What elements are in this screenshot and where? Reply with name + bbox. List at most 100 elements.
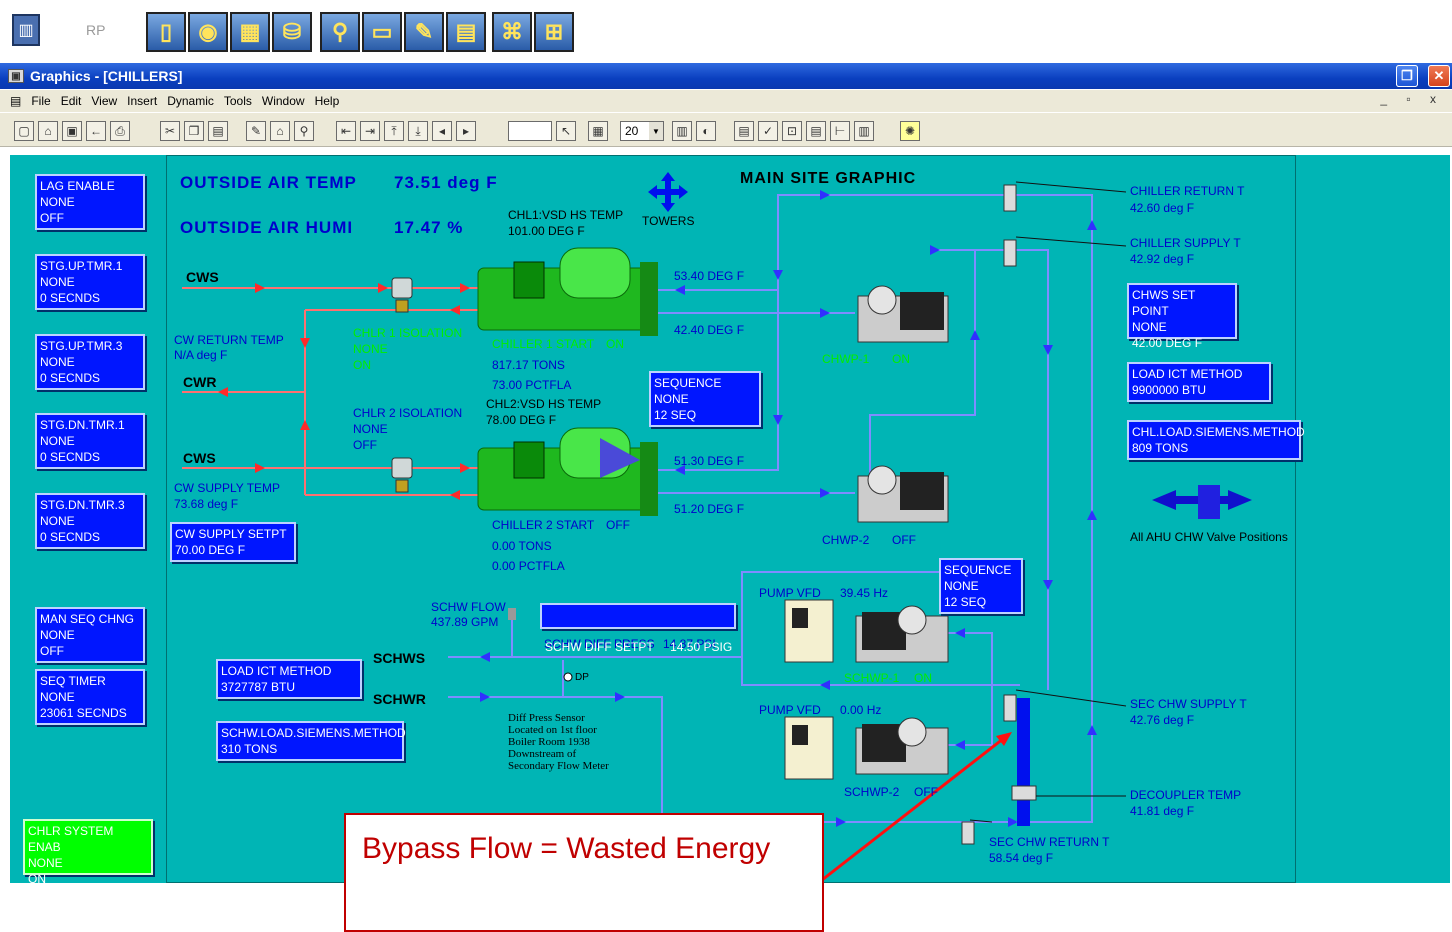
stg-up-tmr1-title: STG.UP.TMR.1 (40, 259, 123, 273)
cw-supply-setpt-box[interactable]: CW SUPPLY SETPT 70.00 DEG F (170, 522, 296, 562)
schwp-1-pump[interactable] (855, 605, 949, 663)
chiller-2[interactable] (477, 427, 658, 516)
outside-air-humi-label: OUTSIDE AIR HUMI (180, 218, 354, 237)
chlr2-isolation-valve[interactable] (391, 457, 413, 493)
chl-load-siemens-title: CHL.LOAD.SIEMENS.METHOD (1132, 425, 1305, 439)
stg-dn-tmr1-title: STG.DN.TMR.1 (40, 418, 125, 432)
diff-press-note-4: Downstream of (508, 748, 577, 760)
ahu-valves-icon[interactable] (1152, 485, 1252, 519)
schw-diff-setpt-box[interactable]: SCHW DIFF SETPT 14.50 PSIG (540, 603, 736, 654)
sequence1-value: 12 SEQ (654, 408, 697, 422)
sequence-box-1[interactable]: SEQUENCE NONE 12 SEQ (649, 371, 761, 427)
stg-up-tmr3-value: 0 SECNDS (40, 371, 101, 385)
schws-label: SCHWS (373, 650, 426, 666)
chwp1-label[interactable]: CHWP-1 (822, 352, 869, 366)
sequence-box-2[interactable]: SEQUENCE NONE 12 SEQ (939, 558, 1023, 614)
man-seq-chng-title: MAN SEQ CHNG (40, 612, 135, 626)
schwp2-label[interactable]: SCHWP-2 (844, 785, 899, 799)
schw-diff-setpt-text: SCHW DIFF SETPT 14.50 PSIG (545, 640, 733, 654)
outside-air-temp-value: 73.51 deg F (394, 173, 498, 192)
seq-timer-title: SEQ TIMER (40, 674, 106, 688)
chiller-return-t-label: CHILLER RETURN T (1130, 184, 1245, 198)
load-ict-left-box[interactable]: LOAD ICT METHOD 3727787 BTU (216, 659, 362, 699)
lag-enable-mode: NONE (40, 195, 75, 209)
stg-dn-tmr1-mode: NONE (40, 434, 75, 448)
chwp-1-pump[interactable] (857, 285, 949, 343)
chl-load-siemens-box[interactable]: CHL.LOAD.SIEMENS.METHOD 809 TONS (1127, 420, 1305, 460)
chl1-hs-temp-label: CHL1:VSD HS TEMP (508, 208, 624, 222)
sequence2-value: 12 SEQ (944, 595, 987, 609)
sequence2-mode: NONE (944, 579, 979, 593)
chiller2-start-state: OFF (606, 518, 630, 532)
decoupler-temp-label: DECOUPLER TEMP (1130, 788, 1242, 802)
chiller-supply-t-label: CHILLER SUPPLY T (1130, 236, 1241, 250)
lag-enable-value: OFF (40, 211, 64, 225)
stg-dn-tmr1-value: 0 SECNDS (40, 450, 101, 464)
chlr1-isolation-state: ON (353, 358, 371, 372)
all-ahu-label[interactable]: All AHU CHW Valve Positions (1130, 530, 1288, 544)
chlr-system-enab-mode: NONE (28, 856, 63, 870)
chwp-2-pump[interactable] (857, 465, 949, 523)
stg-dn-tmr3-mode: NONE (40, 514, 75, 528)
schwp1-label[interactable]: SCHWP-1 (844, 671, 899, 685)
temp-42-40: 42.40 DEG F (674, 323, 745, 337)
schw-load-siemens-title: SCHW.LOAD.SIEMENS.METHOD (221, 726, 406, 740)
lag-enable-box[interactable]: LAG ENABLE NONE OFF (35, 174, 145, 230)
seq-timer-box[interactable]: SEQ TIMER NONE 23061 SECNDS (35, 669, 145, 725)
chlr-system-enab-title: CHLR SYSTEM ENAB (28, 824, 114, 854)
chlr2-isolation-label[interactable]: CHLR 2 ISOLATION (353, 406, 462, 420)
condenser-pipes (182, 287, 490, 496)
pump-vfd-2-panel[interactable] (784, 716, 834, 780)
stg-dn-tmr3-box[interactable]: STG.DN.TMR.3 NONE 0 SECNDS (35, 493, 145, 549)
stg-dn-tmr1-box[interactable]: STG.DN.TMR.1 NONE 0 SECNDS (35, 413, 145, 469)
chiller-return-t-value: 42.60 deg F (1130, 201, 1195, 215)
chwp2-label[interactable]: CHWP-2 (822, 533, 869, 547)
chiller1-tons: 817.17 TONS (492, 358, 565, 372)
chlr2-isolation-state: OFF (353, 438, 377, 452)
cw-return-temp-value: N/A deg F (174, 348, 228, 362)
schwp2-state: OFF (914, 785, 938, 799)
chlr-system-enab-box[interactable]: CHLR SYSTEM ENAB NONE ON (23, 819, 153, 886)
schwp-2-pump[interactable] (855, 717, 949, 775)
chiller-1[interactable] (477, 247, 658, 336)
stg-dn-tmr3-title: STG.DN.TMR.3 (40, 498, 125, 512)
towers-move-icon[interactable] (648, 172, 688, 212)
chlr1-isolation-valve[interactable] (391, 277, 413, 313)
stg-up-tmr1-value: 0 SECNDS (40, 291, 101, 305)
chiller1-start-label[interactable]: CHILLER 1 START (492, 337, 594, 351)
stg-up-tmr3-title: STG.UP.TMR.3 (40, 339, 123, 353)
man-seq-chng-mode: NONE (40, 628, 75, 642)
temp-51-20: 51.20 DEG F (674, 502, 745, 516)
sequence2-title: SEQUENCE (944, 563, 1012, 577)
pump-vfd-2-label: PUMP VFD (759, 703, 821, 717)
temp-51-30: 51.30 DEG F (674, 454, 745, 468)
pump-vfd-1-panel[interactable] (784, 599, 834, 663)
pump-vfd-1-label: PUMP VFD (759, 586, 821, 600)
stg-up-tmr1-box[interactable]: STG.UP.TMR.1 NONE 0 SECNDS (35, 254, 145, 310)
cwr-label: CWR (183, 374, 217, 390)
sequence1-mode: NONE (654, 392, 689, 406)
diff-press-note-3: Boiler Room 1938 (508, 736, 590, 748)
chl1-hs-temp-value: 101.00 DEG F (508, 224, 585, 238)
sequence1-title: SEQUENCE (654, 376, 722, 390)
schw-load-siemens-box[interactable]: SCHW.LOAD.SIEMENS.METHOD 310 TONS (216, 721, 406, 761)
man-seq-chng-box[interactable]: MAN SEQ CHNG NONE OFF (35, 607, 145, 663)
chlr1-isolation-mode: NONE (353, 342, 388, 356)
man-seq-chng-value: OFF (40, 644, 64, 658)
cw-supply-setpt-value: 70.00 DEG F (175, 543, 246, 557)
chlr-system-enab-value: ON (28, 872, 46, 886)
cw-return-temp-label: CW RETURN TEMP (174, 333, 284, 347)
chl2-hs-temp-value: 78.00 DEG F (486, 413, 557, 427)
chws-set-point-box[interactable]: CHWS SET POINT NONE 42.00 DEG F (1127, 283, 1237, 350)
chlr2-isolation-mode: NONE (353, 422, 388, 436)
cws-label-1: CWS (186, 269, 219, 285)
load-ict-right-box[interactable]: LOAD ICT METHOD 9900000 BTU (1127, 362, 1271, 402)
chiller2-start-label[interactable]: CHILLER 2 START (492, 518, 594, 532)
schwr-label: SCHWR (373, 691, 426, 707)
stg-up-tmr3-box[interactable]: STG.UP.TMR.3 NONE 0 SECNDS (35, 334, 145, 390)
chiller1-pctfla: 73.00 PCTFLA (492, 378, 572, 392)
chlr1-isolation-label[interactable]: CHLR 1 ISOLATION (353, 326, 462, 340)
schw-load-siemens-value: 310 TONS (221, 742, 278, 756)
decoupler-temp-value: 41.81 deg F (1130, 804, 1195, 818)
chiller2-tons: 0.00 TONS (492, 539, 552, 553)
